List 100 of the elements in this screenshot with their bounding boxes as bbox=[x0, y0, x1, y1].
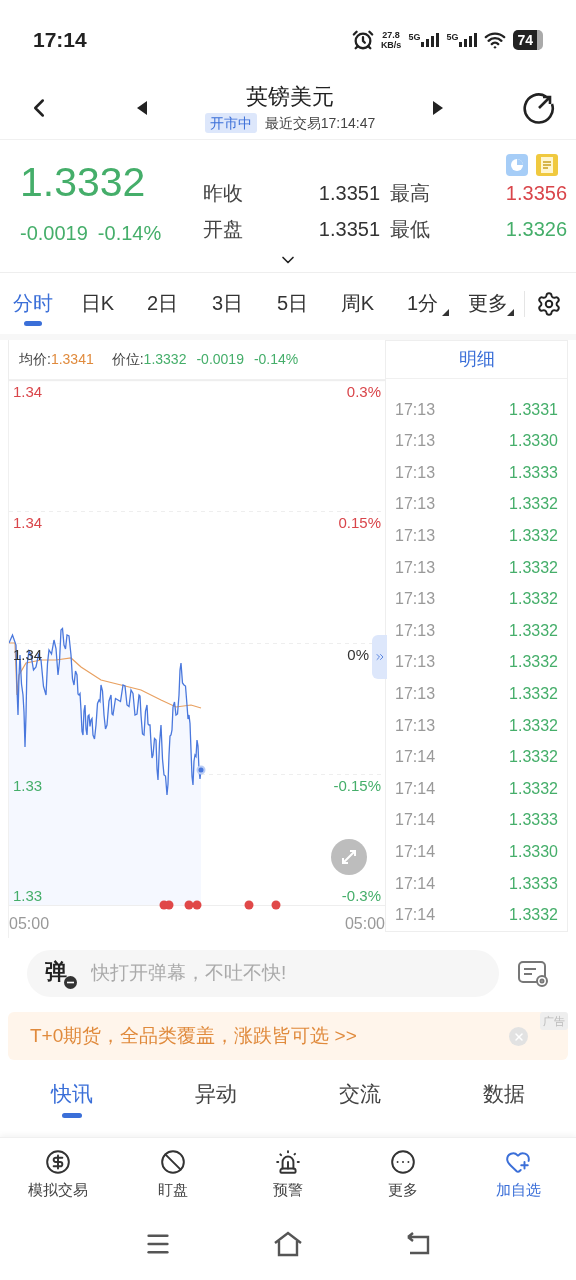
ticks-title: 明细 bbox=[458, 347, 495, 371]
tick-price: 1.3332 bbox=[509, 526, 558, 547]
tick-price: 1.3331 bbox=[509, 399, 558, 420]
tick-time: 17:14 bbox=[395, 873, 436, 894]
danmaku-toggle[interactable]: 弹 bbox=[45, 958, 77, 989]
tick-time: 17:13 bbox=[395, 557, 436, 578]
tick-time: 17:13 bbox=[395, 526, 436, 547]
close-icon bbox=[512, 1030, 525, 1043]
more-icon bbox=[390, 1149, 417, 1176]
next-icon[interactable] bbox=[433, 100, 444, 115]
tick-time: 17:14 bbox=[395, 842, 436, 862]
bottom-nav-item[interactable]: 加自选 bbox=[460, 1138, 576, 1213]
last-trade-time: 最近交易17:14:47 bbox=[264, 113, 376, 133]
danmaku-settings-icon[interactable] bbox=[517, 959, 549, 988]
current-price-dot bbox=[196, 765, 206, 775]
time-axis-label: 05:00 bbox=[9, 914, 50, 934]
danmaku-field[interactable]: 弹 快打开弹幕，不吐不快! bbox=[27, 950, 499, 997]
chart-percent-change: -0.14% bbox=[253, 350, 299, 369]
tick-price: 1.3332 bbox=[509, 684, 558, 705]
event-dot[interactable] bbox=[271, 900, 281, 910]
event-dot[interactable] bbox=[192, 900, 202, 910]
danmaku-input[interactable]: 快打开弹幕，不吐不快! bbox=[91, 959, 499, 988]
tick-time: 17:13 bbox=[395, 684, 436, 705]
percent-axis-label: -0.3% bbox=[341, 886, 381, 906]
tick-price: 1.3333 bbox=[509, 810, 558, 831]
period-tab[interactable]: 更多 bbox=[455, 279, 520, 328]
stat-value: 1.3351 bbox=[317, 181, 380, 206]
tick-time: 17:13 bbox=[395, 494, 436, 515]
prohibited-icon bbox=[159, 1149, 186, 1176]
period-tab[interactable]: 1分 bbox=[390, 279, 455, 328]
tick-price: 1.3332 bbox=[509, 747, 558, 768]
time-axis-label: 05:00 bbox=[344, 914, 385, 934]
page-title: 英镑美元 bbox=[246, 82, 334, 111]
arrow-circle-icon[interactable] bbox=[522, 90, 556, 125]
settings-button[interactable] bbox=[536, 290, 562, 317]
tick-price: 1.3332 bbox=[509, 557, 558, 578]
chevrons-right-icon bbox=[373, 651, 386, 663]
tick-price: 1.3332 bbox=[509, 715, 558, 736]
expand-arrows-icon bbox=[340, 848, 358, 866]
news-tab[interactable]: 交流 bbox=[288, 1072, 432, 1124]
tick-time: 17:14 bbox=[395, 810, 436, 831]
percent-axis-label: 0.3% bbox=[346, 382, 381, 402]
period-tab[interactable]: 分时 bbox=[0, 279, 65, 328]
bottom-nav-item[interactable]: 盯盘 bbox=[115, 1138, 231, 1213]
tick-price: 1.3332 bbox=[509, 778, 558, 799]
news-tab[interactable]: 数据 bbox=[432, 1072, 576, 1124]
chart-price-change: -0.0019 bbox=[196, 350, 244, 369]
tick-time: 17:13 bbox=[395, 431, 436, 452]
tick-price: 1.3332 bbox=[509, 905, 558, 926]
heart-plus-icon bbox=[505, 1149, 532, 1176]
tick-time: 17:13 bbox=[395, 620, 436, 641]
network-speed: 27.8 KB/s bbox=[380, 30, 402, 50]
stat-value: 1.3326 bbox=[504, 217, 567, 242]
dollar-icon bbox=[44, 1149, 71, 1176]
period-tab[interactable]: 3日 bbox=[195, 279, 260, 328]
tick-time: 17:14 bbox=[395, 778, 436, 799]
tick-time: 17:13 bbox=[395, 589, 436, 610]
bottom-nav-item[interactable]: 更多 bbox=[345, 1138, 461, 1213]
bottom-nav-item[interactable]: 模拟交易 bbox=[0, 1138, 116, 1213]
period-tab[interactable]: 2日 bbox=[130, 279, 195, 328]
period-tab[interactable]: 日K bbox=[65, 279, 130, 328]
tick-time: 17:13 bbox=[395, 399, 436, 420]
tick-price: 1.3330 bbox=[509, 842, 558, 862]
wifi-icon bbox=[484, 29, 507, 51]
stat-value: 1.3351 bbox=[317, 217, 380, 242]
price-axis-label: 1.33 bbox=[13, 776, 43, 796]
stat-label: 最低 bbox=[390, 217, 431, 242]
news-tab[interactable]: 快讯 bbox=[0, 1072, 144, 1124]
ad-text: T+0期货，全品类覆盖，涨跌皆可选 >> bbox=[30, 1023, 357, 1048]
network-type: 5G bbox=[446, 33, 459, 42]
percent-axis-label: -0.15% bbox=[333, 776, 381, 796]
previous-icon[interactable] bbox=[136, 100, 147, 115]
siren-icon bbox=[275, 1149, 301, 1176]
percent-change: -0.14% bbox=[97, 221, 162, 246]
stat-label: 最高 bbox=[390, 181, 431, 206]
tick-price: 1.3332 bbox=[509, 620, 558, 641]
price-axis-label: 1.33 bbox=[13, 886, 43, 906]
news-tab[interactable]: 异动 bbox=[144, 1072, 288, 1124]
event-dot[interactable] bbox=[184, 900, 194, 910]
stat-label: 开盘 bbox=[203, 217, 244, 242]
network-type: 5G bbox=[408, 33, 421, 42]
tick-time: 17:14 bbox=[395, 747, 436, 768]
battery-indicator: 74 bbox=[513, 30, 543, 50]
alarm-icon bbox=[351, 29, 374, 51]
price-axis-label: 1.34 bbox=[13, 513, 43, 533]
bottom-nav-item[interactable]: 预警 bbox=[230, 1138, 346, 1213]
event-dot[interactable] bbox=[244, 900, 254, 910]
status-time: 17:14 bbox=[33, 27, 87, 54]
average-price: 均价:1.3341 bbox=[19, 350, 94, 369]
tick-price: 1.3332 bbox=[509, 652, 558, 673]
price-change: -0.0019 bbox=[20, 221, 88, 246]
period-tab[interactable]: 周K bbox=[325, 279, 390, 328]
home-icon[interactable] bbox=[272, 1230, 304, 1257]
price-axis-label: 1.34 bbox=[13, 382, 43, 402]
tick-price: 1.3332 bbox=[509, 494, 558, 515]
tick-time: 17:13 bbox=[395, 652, 436, 673]
period-tab[interactable]: 5日 bbox=[260, 279, 325, 328]
signal-icon bbox=[421, 33, 440, 47]
percent-axis-label: 0.15% bbox=[338, 513, 381, 533]
event-dot[interactable] bbox=[164, 900, 174, 910]
